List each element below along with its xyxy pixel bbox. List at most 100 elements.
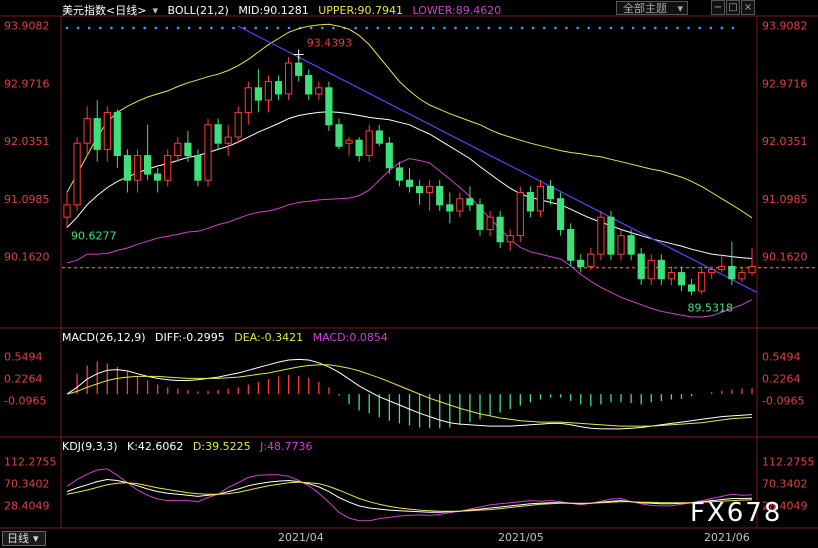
- boll-upper-value: UPPER:90.7941: [318, 4, 403, 17]
- candle-body: [698, 272, 706, 292]
- candle-body: [295, 62, 303, 76]
- candle-body: [365, 130, 373, 156]
- marker-dot: [187, 26, 191, 30]
- marker-dot: [398, 26, 402, 30]
- theme-dropdown[interactable]: 全部主题 ▾: [616, 1, 688, 15]
- macd-y-tick-left: 0.2264: [4, 373, 43, 386]
- maximize-button[interactable]: □: [726, 0, 740, 15]
- candle-body: [194, 155, 202, 181]
- candle-body: [728, 266, 736, 280]
- marker-dot: [354, 26, 357, 30]
- date-label: 2021/04: [278, 531, 324, 544]
- candle-body: [83, 118, 91, 144]
- y-tick-label-right: 93.9082: [762, 20, 808, 33]
- y-tick-label-right: 91.0985: [762, 193, 808, 206]
- marker-dot: [198, 26, 202, 30]
- candle-body: [738, 272, 746, 280]
- period-tag: <日线>: [106, 4, 147, 17]
- marker-dot: [99, 26, 102, 30]
- period-dropdown-icon[interactable]: ▾: [152, 4, 158, 17]
- maximize-icon: □: [728, 2, 738, 13]
- candle-body: [164, 155, 172, 181]
- y-tick-label-right: 90.1620: [762, 250, 808, 263]
- marker-dot: [676, 26, 679, 30]
- marker-dot: [554, 26, 557, 30]
- candle-body: [254, 87, 263, 101]
- kdj-j-line: [66, 468, 753, 522]
- candle-body: [466, 198, 474, 206]
- candle-body: [335, 124, 343, 147]
- candle-body: [657, 259, 665, 280]
- candle-body: [315, 87, 323, 95]
- watermark-logo: FX678: [690, 498, 783, 528]
- candle-body: [325, 87, 333, 126]
- kdj-y-tick-right: 112.2755: [762, 455, 815, 468]
- marker-dot: [576, 26, 579, 30]
- kdj-y-tick-right: 70.3402: [762, 478, 808, 491]
- macd-diff-value: DIFF:-0.2995: [155, 331, 225, 344]
- marker-dot: [665, 26, 668, 30]
- marker-dot: [309, 26, 313, 30]
- candle-body: [154, 173, 162, 181]
- marker-dot: [520, 26, 524, 30]
- macd-hist-value: MACD:0.0854: [312, 331, 388, 344]
- marker-dot: [87, 26, 91, 30]
- marker-dot: [698, 26, 701, 30]
- candle-body: [123, 155, 132, 181]
- candle-body: [718, 266, 726, 271]
- kdj-k-value: K:42.6062: [127, 440, 184, 453]
- candle-body: [204, 124, 212, 181]
- minimize-button[interactable]: −: [711, 0, 725, 15]
- marker-dot: [709, 26, 713, 30]
- y-tick-label-left: 93.9082: [4, 20, 50, 33]
- marker-dot: [387, 26, 391, 30]
- marker-dot: [276, 26, 280, 30]
- marker-dot: [509, 26, 513, 30]
- candle-body: [345, 139, 353, 144]
- kdj-header: KDJ(9,3,3) K:42.6062 D:39.5225 J:48.7736: [62, 440, 319, 453]
- marker-dot: [221, 26, 224, 30]
- candle-body: [416, 185, 424, 194]
- marker-dot: [587, 26, 590, 30]
- candle-body: [274, 81, 283, 95]
- marker-dot: [543, 26, 546, 30]
- marker-dot: [609, 26, 613, 30]
- boll-lower-value: LOWER:89.4620: [412, 4, 502, 17]
- marker-dot: [332, 26, 335, 30]
- marker-dot: [265, 26, 269, 30]
- kdj-y-tick-left: 28.4049: [4, 500, 50, 513]
- candle-body: [244, 87, 252, 113]
- macd-label: MACD(26,12,9): [62, 331, 146, 344]
- boll-label: BOLL(21,2): [167, 4, 229, 17]
- candle-body: [627, 235, 635, 255]
- close-button[interactable]: ×: [741, 0, 755, 15]
- candle-body: [436, 185, 444, 206]
- y-tick-label-right: 92.9716: [762, 77, 808, 90]
- marker-dot: [620, 26, 624, 30]
- period-tab-daily[interactable]: 日线 ▾: [2, 531, 46, 546]
- candle-body: [113, 111, 121, 156]
- candle-body: [506, 235, 514, 243]
- candle-body: [708, 269, 716, 274]
- marker-dot: [365, 26, 369, 30]
- marker-dot: [420, 26, 424, 30]
- instrument-name: 美元指数: [62, 4, 106, 17]
- marker-dot: [110, 26, 113, 30]
- chevron-down-icon: ▾: [677, 2, 683, 15]
- candle-body: [647, 259, 655, 280]
- kdj-y-tick-left: 112.2755: [4, 455, 57, 468]
- marker-dot: [76, 26, 80, 30]
- marker-dot: [642, 26, 646, 30]
- marker-dot: [132, 26, 135, 30]
- candle-body: [63, 204, 71, 218]
- marker-dot: [165, 26, 169, 30]
- candle-body: [536, 185, 544, 212]
- marker-dot: [287, 26, 291, 30]
- candle-body: [355, 139, 363, 157]
- candle-body: [557, 198, 565, 230]
- candle-body: [496, 216, 504, 243]
- candle-body: [486, 216, 494, 230]
- candle-body: [577, 259, 585, 267]
- candle-body: [224, 136, 232, 144]
- marker-dot: [476, 26, 480, 30]
